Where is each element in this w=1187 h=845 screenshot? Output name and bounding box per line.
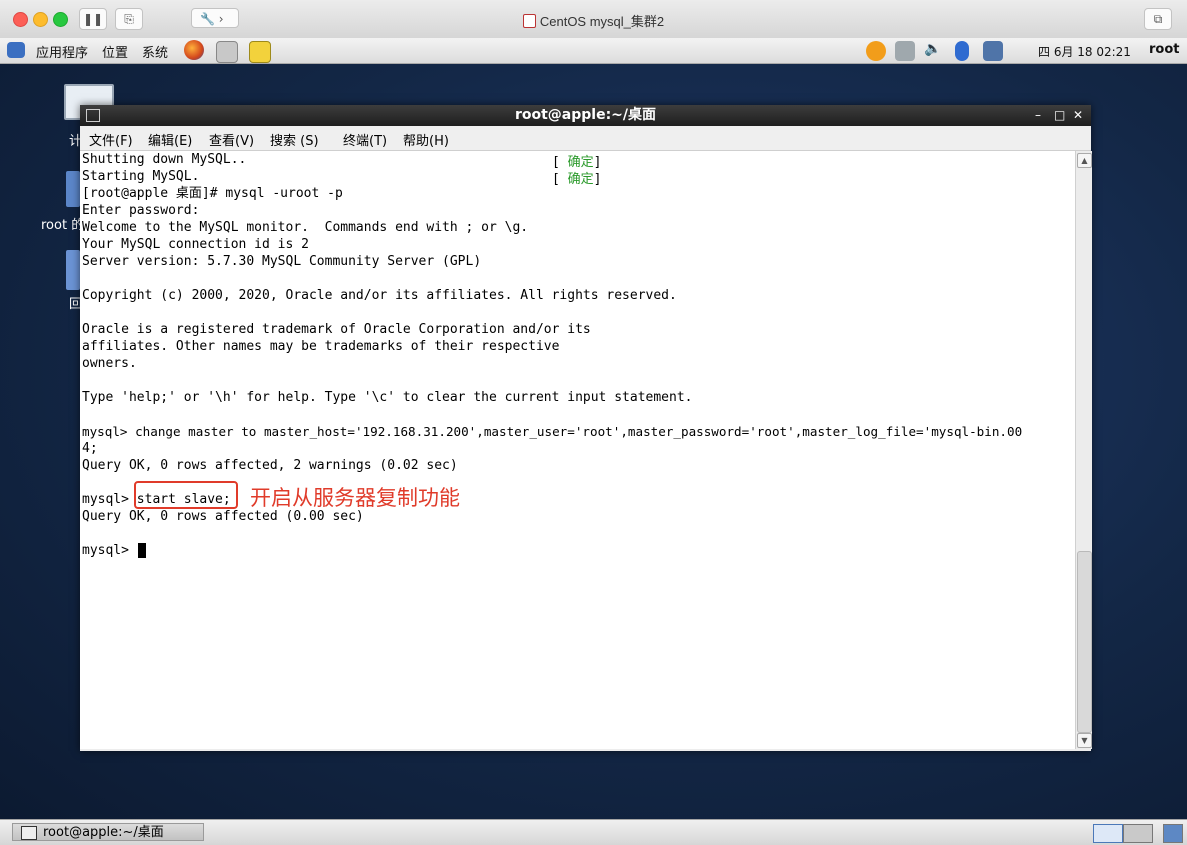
terminal-icon <box>21 826 37 840</box>
menu-applications[interactable]: 应用程序 <box>36 42 88 61</box>
terminal-menubar: 文件(F) 编辑(E) 查看(V) 搜索 (S) 终端(T) 帮助(H) <box>80 126 1091 151</box>
trash-icon[interactable] <box>66 250 80 290</box>
terminal-line: Shutting down MySQL.. <box>82 152 247 167</box>
taskbar-terminal-button[interactable]: root@apple:~/桌面 <box>12 823 204 841</box>
terminal-line: owners. <box>82 356 137 371</box>
vm-app-icon <box>522 14 536 28</box>
terminal-app-icon <box>86 109 100 122</box>
applications-menu-icon <box>7 42 25 58</box>
terminal-output[interactable]: Shutting down MySQL.. Starting MySQL. [r… <box>80 151 1075 749</box>
menu-edit[interactable]: 编辑(E) <box>148 130 192 149</box>
terminal-line: Starting MySQL. <box>82 169 200 184</box>
terminal-title: root@apple:~/桌面 <box>514 107 657 123</box>
text-cursor <box>138 543 146 558</box>
display-icon[interactable] <box>983 41 1003 61</box>
maximize-button[interactable]: □ <box>1054 105 1065 126</box>
terminal-line: mysql> change master to master_host='192… <box>82 424 1023 439</box>
workspace-2[interactable] <box>1123 824 1153 843</box>
host-window-title: CentOS mysql_集群2 <box>0 11 1187 30</box>
terminal-line: Server version: 5.7.30 MySQL Community S… <box>82 254 482 269</box>
annotation-text: 开启从服务器复制功能 <box>250 486 460 510</box>
menu-system[interactable]: 系统 <box>142 42 168 61</box>
terminal-window[interactable]: root@apple:~/桌面 – □ ✕ 文件(F) 编辑(E) 查看(V) … <box>80 105 1092 751</box>
workspace-1[interactable] <box>1093 824 1123 843</box>
terminal-line: 4; <box>82 441 98 456</box>
notes-editor-icon[interactable] <box>249 41 271 63</box>
gnome-top-panel: 应用程序 位置 系统 🔈 四 6月 18 02:21 root <box>0 38 1187 64</box>
trash-applet-icon[interactable] <box>1163 824 1183 843</box>
taskbar-label: root@apple:~/桌面 <box>43 825 164 840</box>
gnome-bottom-panel: root@apple:~/桌面 <box>0 819 1187 845</box>
highlight-box <box>134 481 238 509</box>
terminal-line: Oracle is a registered trademark of Orac… <box>82 322 591 337</box>
vertical-scrollbar[interactable]: ▲ ▼ <box>1075 151 1092 749</box>
scroll-up-arrow[interactable]: ▲ <box>1077 153 1092 168</box>
status-ok-label: 确定 <box>567 172 594 187</box>
menu-view[interactable]: 查看(V) <box>209 130 254 149</box>
scroll-down-arrow[interactable]: ▼ <box>1077 733 1092 748</box>
updates-icon[interactable] <box>866 41 886 61</box>
terminal-title-bar[interactable]: root@apple:~/桌面 – □ ✕ <box>80 105 1091 126</box>
terminal-line: Type 'help;' or '\h' for help. Type '\c'… <box>82 390 693 405</box>
network-icon[interactable] <box>895 41 915 61</box>
mail-client-icon[interactable] <box>216 41 238 63</box>
status-ok-tag: [ 确定] <box>552 172 602 187</box>
scrollbar-thumb[interactable] <box>1077 551 1092 733</box>
menu-search[interactable]: 搜索 (S) <box>270 130 319 149</box>
menu-places[interactable]: 位置 <box>102 42 128 61</box>
desktop-label-home: root 的 <box>41 218 85 233</box>
host-title-bar: ❚❚ ⎘ 🔧 › CentOS mysql_集群2 ⧉ <box>0 0 1187 39</box>
minimize-button[interactable]: – <box>1035 105 1041 126</box>
terminal-line: Copyright (c) 2000, 2020, Oracle and/or … <box>82 288 677 303</box>
terminal-line: Your MySQL connection id is 2 <box>82 237 309 252</box>
volume-icon[interactable]: 🔈 <box>924 41 944 61</box>
terminal-line: Query OK, 0 rows affected, 2 warnings (0… <box>82 458 458 473</box>
home-folder-icon[interactable] <box>66 171 80 207</box>
panel-user[interactable]: root <box>1149 42 1180 57</box>
terminal-line: Enter password: <box>82 203 200 218</box>
terminal-line: affiliates. Other names may be trademark… <box>82 339 560 354</box>
menu-file[interactable]: 文件(F) <box>89 130 133 149</box>
close-button[interactable]: ✕ <box>1073 105 1083 126</box>
terminal-line: [root@apple 桌面]# mysql -uroot -p <box>82 186 343 201</box>
terminal-line: Welcome to the MySQL monitor. Commands e… <box>82 220 529 235</box>
terminal-prompt: mysql> <box>82 543 137 558</box>
bluetooth-icon[interactable] <box>955 41 969 61</box>
menu-help[interactable]: 帮助(H) <box>403 130 449 149</box>
firefox-icon[interactable] <box>184 40 204 60</box>
fullscreen-button[interactable]: ⧉ <box>1144 8 1172 30</box>
menu-terminal[interactable]: 终端(T) <box>343 130 387 149</box>
panel-clock[interactable]: 四 6月 18 02:21 <box>1038 43 1131 60</box>
